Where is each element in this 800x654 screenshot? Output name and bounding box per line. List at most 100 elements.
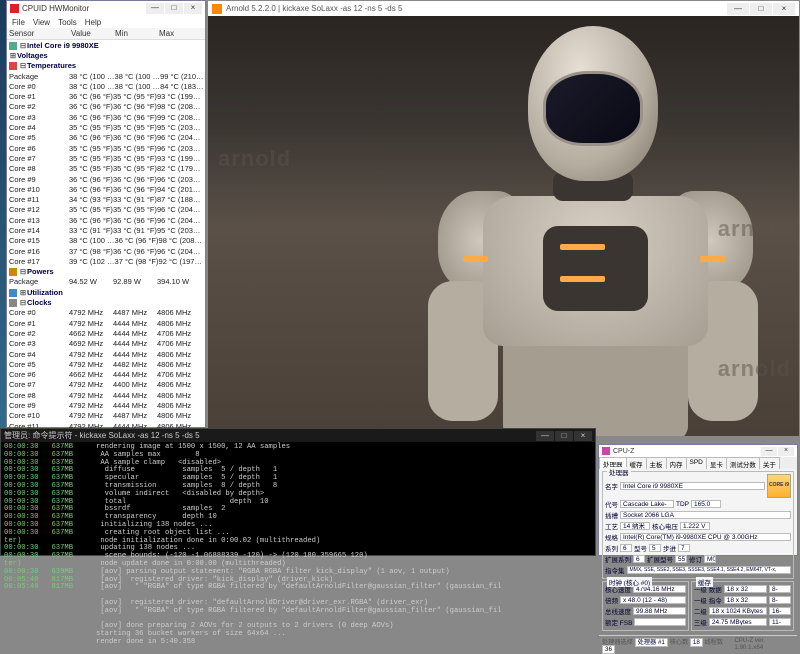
sensor-row[interactable]: Core #1036 °C (96 °F)36 °C (96 °F)94 °C … bbox=[7, 184, 205, 194]
maximize-button[interactable]: □ bbox=[165, 3, 183, 14]
sensor-row[interactable]: Core #336 °C (96 °F)36 °C (96 °F)99 °C (… bbox=[7, 112, 205, 122]
terminal-titlebar[interactable]: 管理员: 命令提示符 - kickaxe SoLaxx -as 12 -ns 5… bbox=[1, 429, 595, 442]
sensor-row[interactable]: Core #835 °C (95 °F)35 °C (95 °F)82 °C (… bbox=[7, 164, 205, 174]
intel-badge-icon: CORE i9 bbox=[767, 474, 791, 498]
hwmonitor-column-headers[interactable]: Sensor Value Min Max bbox=[7, 28, 205, 40]
menu-file[interactable]: File bbox=[12, 18, 25, 27]
sensor-row[interactable]: Core #44792 MHz4444 MHz4806 MHz bbox=[7, 349, 205, 359]
sensor-row[interactable]: ⊟Powers bbox=[7, 267, 205, 277]
sensor-row[interactable]: ⊞Utilization bbox=[7, 287, 205, 297]
close-button[interactable]: × bbox=[773, 3, 795, 15]
col-value[interactable]: Value bbox=[69, 28, 113, 39]
hwmonitor-titlebar[interactable]: CPUID HWMonitor — □ × bbox=[7, 1, 205, 16]
cpuz-tab[interactable]: 关于 bbox=[759, 457, 780, 469]
sensor-row[interactable]: Core #236 °C (96 °F)36 °C (96 °F)98 °C (… bbox=[7, 102, 205, 112]
minimize-button[interactable]: — bbox=[761, 447, 777, 456]
menu-help[interactable]: Help bbox=[85, 18, 101, 27]
maximize-button[interactable]: □ bbox=[750, 3, 772, 15]
sensor-row[interactable]: Core #24662 MHz4444 MHz4706 MHz bbox=[7, 328, 205, 338]
sensor-row[interactable]: Core #104792 MHz4487 MHz4806 MHz bbox=[7, 411, 205, 421]
terminal-title: 管理员: 命令提示符 - kickaxe SoLaxx -as 12 -ns 5… bbox=[4, 430, 200, 441]
close-button[interactable]: × bbox=[574, 431, 592, 441]
processor-select[interactable]: 处理器 #1 bbox=[635, 638, 668, 647]
minimize-button[interactable]: — bbox=[146, 3, 164, 14]
label: 规格 bbox=[605, 532, 618, 542]
sensor-row[interactable]: Core #114792 MHz4444 MHz4806 MHz bbox=[7, 421, 205, 428]
cpuz-tab[interactable]: 内存 bbox=[666, 457, 687, 469]
sensor-row[interactable]: Core #1637 °C (98 °F)36 °C (96 °F)96 °C … bbox=[7, 246, 205, 256]
sensor-row[interactable]: Core #136 °C (96 °F)35 °C (95 °F)93 °C (… bbox=[7, 91, 205, 101]
sensor-row[interactable]: Core #84792 MHz4444 MHz4806 MHz bbox=[7, 390, 205, 400]
cpuz-tab[interactable]: 测试分数 bbox=[726, 457, 760, 469]
l3-way: 11-way bbox=[769, 618, 791, 626]
label: 总线速度 bbox=[605, 606, 631, 616]
cpuz-tab[interactable]: 主板 bbox=[646, 457, 667, 469]
sensor-row[interactable]: Core #34692 MHz4444 MHz4706 MHz bbox=[7, 339, 205, 349]
close-button[interactable]: × bbox=[778, 447, 794, 456]
cpuz-tab[interactable]: 显卡 bbox=[706, 457, 727, 469]
sensor-row[interactable]: Core #1336 °C (96 °F)36 °C (96 °F)96 °C … bbox=[7, 215, 205, 225]
menu-tools[interactable]: Tools bbox=[58, 18, 77, 27]
cpuz-clocks-group: 时钟 (核心 #0) 核心速度4794.16 MHz 倍频x 48.0 (12 … bbox=[602, 581, 689, 631]
sensor-row[interactable]: Core #038 °C (100 …38 °C (100 …84 °C (18… bbox=[7, 81, 205, 91]
sensor-row[interactable]: Package94.52 W92.89 W394.10 W bbox=[7, 277, 205, 287]
sensor-row[interactable]: Core #936 °C (96 °F)36 °C (96 °F)96 °C (… bbox=[7, 174, 205, 184]
sensor-row[interactable]: Core #94792 MHz4444 MHz4806 MHz bbox=[7, 400, 205, 410]
sensor-row[interactable]: ⊟Temperatures bbox=[7, 61, 205, 71]
terminal-content[interactable]: 00:00:30 637MB 00:00:30 637MB 00:00:30 6… bbox=[1, 442, 595, 649]
close-button[interactable]: × bbox=[184, 3, 202, 14]
sensor-row[interactable]: Core #1235 °C (95 °F)35 °C (95 °F)96 °C … bbox=[7, 205, 205, 215]
col-min[interactable]: Min bbox=[113, 28, 157, 39]
sensor-row[interactable]: ⊟Intel Core i9 9980XE bbox=[7, 40, 205, 50]
arnold-window[interactable]: Arnold 5.2.2.0 | kickaxe SoLaxx -as 12 -… bbox=[207, 0, 800, 436]
cpuz-processor-group: 处理器 名字 Intel Core i9 9980XE CORE i9 代号 C… bbox=[602, 471, 794, 579]
group-title: 缓存 bbox=[696, 577, 713, 587]
cpuz-cache-group: 缓存 一级 数据18 x 32 KBytes8-way 一级 指令18 x 32… bbox=[691, 581, 794, 631]
sensor-row[interactable]: Core #536 °C (96 °F)36 °C (96 °F)96 °C (… bbox=[7, 133, 205, 143]
label: 代号 bbox=[605, 499, 618, 509]
sensor-row[interactable]: Core #635 °C (95 °F)35 °C (95 °F)96 °C (… bbox=[7, 143, 205, 153]
sensor-row[interactable]: Core #04792 MHz4487 MHz4806 MHz bbox=[7, 308, 205, 318]
render-viewport[interactable]: arnold arnold arnold bbox=[208, 16, 799, 436]
maximize-button[interactable]: □ bbox=[555, 431, 573, 441]
arnold-titlebar[interactable]: Arnold 5.2.2.0 | kickaxe SoLaxx -as 12 -… bbox=[208, 1, 799, 16]
ext-family: 6 bbox=[633, 555, 645, 563]
terminal-log: rendering image at 1500 x 1500, 12 AA sa… bbox=[96, 444, 501, 647]
sensor-row[interactable]: ⊟Clocks bbox=[7, 297, 205, 307]
terminal-window[interactable]: 管理员: 命令提示符 - kickaxe SoLaxx -as 12 -ns 5… bbox=[0, 428, 596, 556]
sensor-row[interactable]: Core #435 °C (95 °F)35 °C (95 °F)95 °C (… bbox=[7, 122, 205, 132]
sensor-row[interactable]: Core #74792 MHz4400 MHz4806 MHz bbox=[7, 380, 205, 390]
sensor-row[interactable]: Core #64662 MHz4444 MHz4706 MHz bbox=[7, 370, 205, 380]
col-sensor[interactable]: Sensor bbox=[7, 28, 69, 39]
l1d-way: 8-way bbox=[769, 585, 791, 593]
menu-view[interactable]: View bbox=[33, 18, 50, 27]
label: 一级 指令 bbox=[694, 595, 722, 605]
minimize-button[interactable]: — bbox=[536, 431, 554, 441]
sensor-row[interactable]: Package38 °C (100 …38 °C (100 …99 °C (21… bbox=[7, 71, 205, 81]
cpuz-footer: 处理器选择 处理器 #1 核心数 18 线程数 36 CPU-Z ver. 1.… bbox=[599, 635, 797, 654]
cpuz-tab[interactable]: SPD bbox=[686, 457, 707, 469]
l1i-way: 8-way bbox=[769, 596, 791, 604]
cpuz-titlebar[interactable]: CPU-Z — × bbox=[599, 445, 797, 457]
sensor-row[interactable]: Core #1433 °C (91 °F)33 °C (91 °F)95 °C … bbox=[7, 225, 205, 235]
sensor-row[interactable]: Core #14792 MHz4444 MHz4806 MHz bbox=[7, 318, 205, 328]
hwmonitor-app-icon bbox=[10, 4, 19, 13]
sensor-row[interactable]: Core #1538 °C (100 …36 °C (96 °F)98 °C (… bbox=[7, 236, 205, 246]
l2: 18 x 1024 KBytes bbox=[709, 607, 767, 615]
sensor-row[interactable]: Core #735 °C (95 °F)35 °C (95 °F)93 °C (… bbox=[7, 153, 205, 163]
col-max[interactable]: Max bbox=[157, 28, 201, 39]
label: 指令集 bbox=[605, 565, 625, 575]
hwmonitor-window[interactable]: CPUID HWMonitor — □ × File View Tools He… bbox=[6, 0, 206, 428]
cpuz-window[interactable]: CPU-Z — × 处理器缓存主板内存SPD显卡测试分数关于 处理器 名字 In… bbox=[598, 444, 798, 556]
minimize-button[interactable]: — bbox=[727, 3, 749, 15]
sensor-row[interactable]: Core #1739 °C (102 …37 °C (98 °F)92 °C (… bbox=[7, 256, 205, 266]
label: 核心电压 bbox=[652, 521, 678, 531]
bus-speed: 99.88 MHz bbox=[633, 607, 686, 615]
hwmonitor-tree[interactable]: ⊟Intel Core i9 9980XE⊞Voltages⊟Temperatu… bbox=[7, 40, 205, 428]
rendered-robot-character bbox=[388, 16, 768, 436]
sensor-row[interactable]: Core #1134 °C (93 °F)33 °C (91 °F)87 °C … bbox=[7, 194, 205, 204]
rated-fsb bbox=[634, 618, 685, 626]
sensor-row[interactable]: ⊞Voltages bbox=[7, 50, 205, 60]
group-title: 处理器 bbox=[607, 467, 631, 477]
sensor-row[interactable]: Core #54792 MHz4482 MHz4806 MHz bbox=[7, 359, 205, 369]
